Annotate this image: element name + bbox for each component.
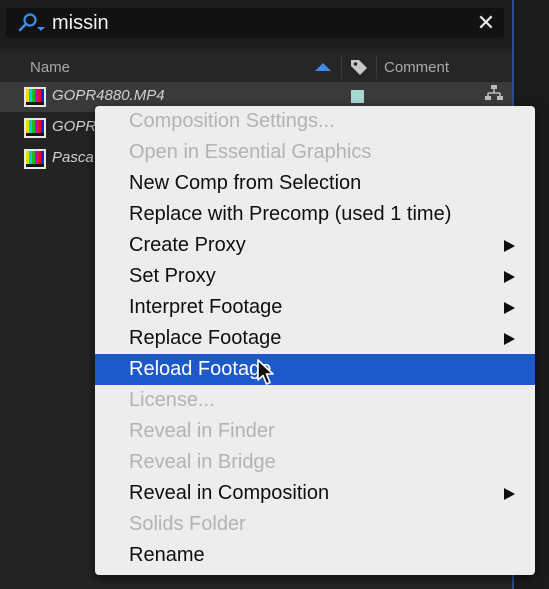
context-menu: Composition Settings... Open in Essentia… bbox=[95, 106, 535, 575]
menu-item-label: Composition Settings... bbox=[129, 110, 335, 132]
submenu-arrow-icon bbox=[504, 240, 515, 252]
menu-item-reload-footage[interactable]: Reload Footage bbox=[95, 354, 535, 385]
search-icon[interactable] bbox=[16, 12, 46, 34]
file-name: GOPR4880.MP4 bbox=[52, 87, 165, 104]
file-name: GOPR bbox=[52, 118, 97, 135]
menu-item-label: Solids Folder bbox=[129, 513, 246, 535]
flowchart-icon[interactable] bbox=[484, 84, 504, 102]
menu-item-solids-folder: Solids Folder bbox=[95, 509, 535, 540]
menu-item-reveal-in-finder: Reveal in Finder bbox=[95, 416, 535, 447]
close-icon[interactable]: ✕ bbox=[476, 12, 496, 34]
submenu-arrow-icon bbox=[504, 488, 515, 500]
menu-item-label: Rename bbox=[129, 544, 205, 566]
menu-item-new-comp-from-selection[interactable]: New Comp from Selection bbox=[95, 168, 535, 199]
column-name-header[interactable]: Name bbox=[30, 59, 70, 76]
menu-item-label: New Comp from Selection bbox=[129, 172, 362, 194]
menu-item-label: Interpret Footage bbox=[129, 296, 283, 318]
column-divider[interactable] bbox=[341, 55, 342, 79]
menu-item-label: Reload Footage bbox=[129, 358, 272, 380]
file-name: Pasca bbox=[52, 149, 94, 166]
column-divider[interactable] bbox=[376, 55, 377, 79]
search-bar: ✕ bbox=[0, 0, 512, 48]
menu-item-label: Set Proxy bbox=[129, 265, 216, 287]
search-input[interactable] bbox=[52, 11, 452, 35]
sort-ascending-icon[interactable] bbox=[314, 62, 332, 72]
menu-item-replace-with-precomp[interactable]: Replace with Precomp (used 1 time) bbox=[95, 199, 535, 230]
submenu-arrow-icon bbox=[504, 333, 515, 345]
column-header: Name Comment bbox=[0, 52, 512, 83]
column-comment-header[interactable]: Comment bbox=[384, 59, 449, 76]
label-tag-icon[interactable] bbox=[349, 57, 369, 77]
footage-icon bbox=[24, 87, 46, 107]
menu-item-label: Reveal in Finder bbox=[129, 420, 275, 442]
menu-item-label: Reveal in Bridge bbox=[129, 451, 276, 473]
label-color-swatch[interactable] bbox=[351, 90, 364, 103]
menu-item-set-proxy[interactable]: Set Proxy bbox=[95, 261, 535, 292]
menu-item-label: Replace with Precomp (used 1 time) bbox=[129, 203, 452, 225]
menu-item-reveal-in-composition[interactable]: Reveal in Composition bbox=[95, 478, 535, 509]
footage-icon bbox=[24, 149, 46, 169]
menu-item-label: Open in Essential Graphics bbox=[129, 141, 372, 163]
menu-item-replace-footage[interactable]: Replace Footage bbox=[95, 323, 535, 354]
menu-item-label: Reveal in Composition bbox=[129, 482, 330, 504]
menu-item-create-proxy[interactable]: Create Proxy bbox=[95, 230, 535, 261]
menu-item-label: Replace Footage bbox=[129, 327, 282, 349]
menu-item-rename[interactable]: Rename bbox=[95, 540, 535, 571]
menu-item-label: License... bbox=[129, 389, 215, 411]
menu-item-label: Create Proxy bbox=[129, 234, 246, 256]
footage-icon bbox=[24, 118, 46, 138]
menu-item-interpret-footage[interactable]: Interpret Footage bbox=[95, 292, 535, 323]
mouse-cursor-icon bbox=[257, 359, 274, 385]
menu-item-reveal-in-bridge: Reveal in Bridge bbox=[95, 447, 535, 478]
menu-item-license: License... bbox=[95, 385, 535, 416]
menu-item-open-in-essential-graphics: Open in Essential Graphics bbox=[95, 137, 535, 168]
submenu-arrow-icon bbox=[504, 302, 515, 314]
submenu-arrow-icon bbox=[504, 271, 515, 283]
search-field[interactable]: ✕ bbox=[6, 8, 504, 38]
menu-item-composition-settings: Composition Settings... bbox=[95, 106, 535, 137]
